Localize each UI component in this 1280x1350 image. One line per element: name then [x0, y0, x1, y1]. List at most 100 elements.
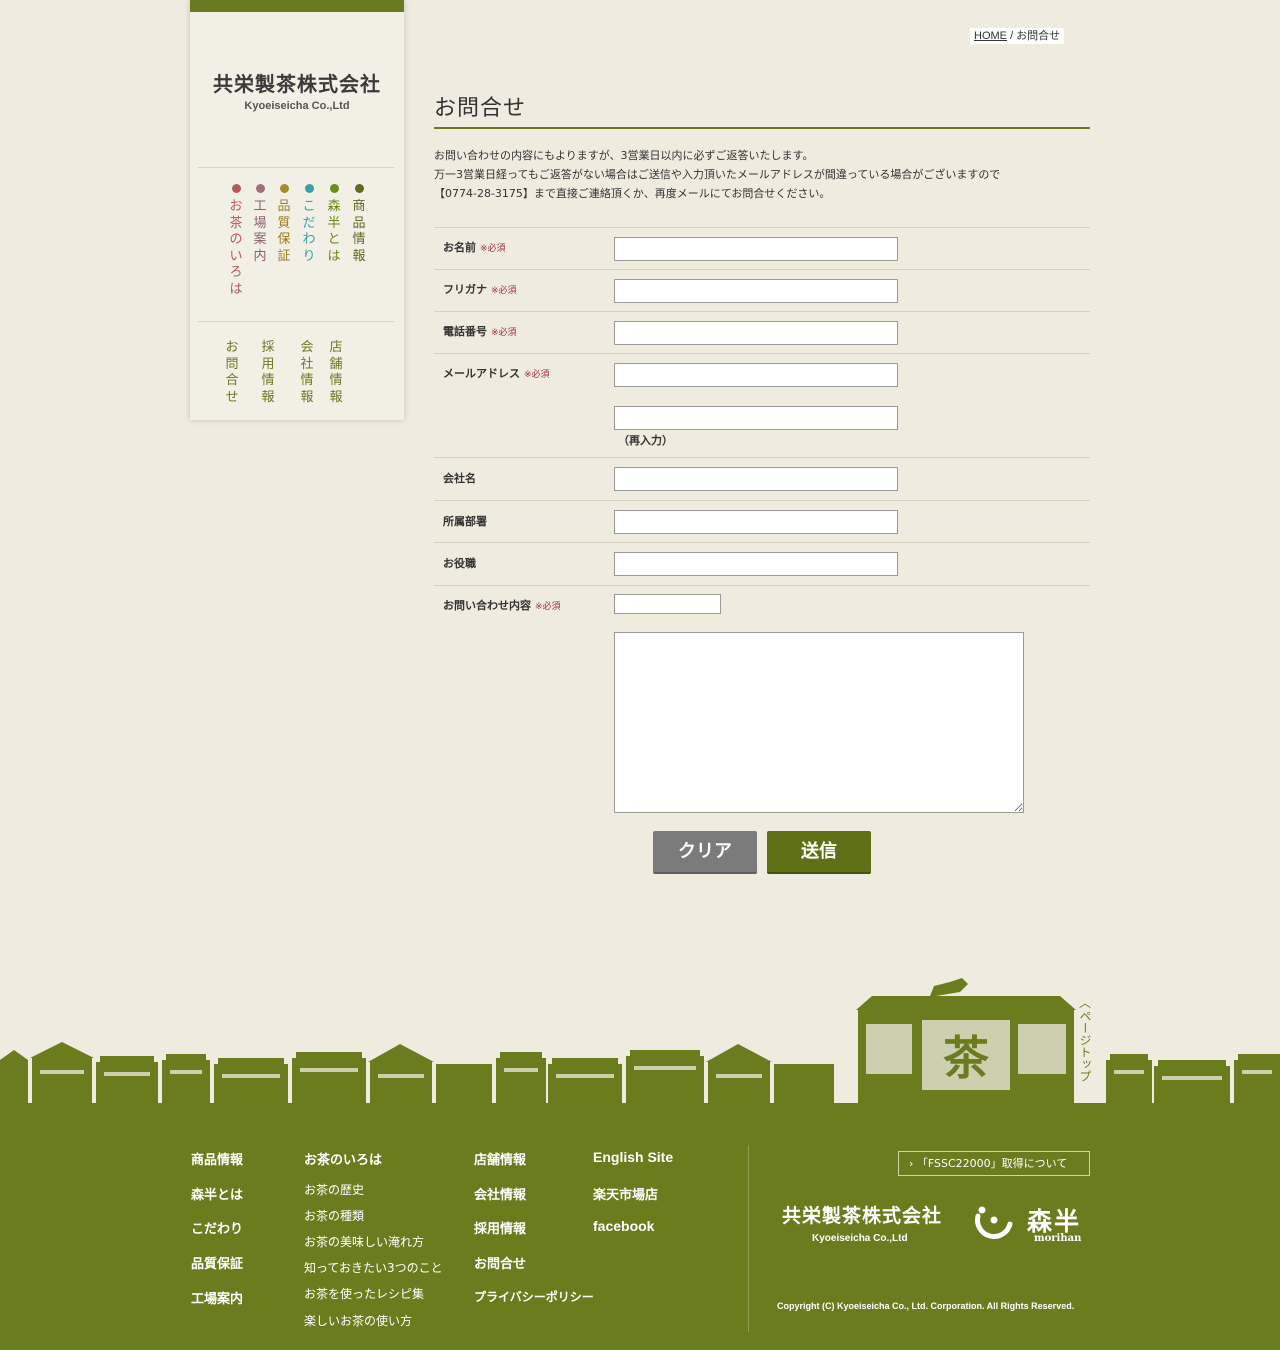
form-row-divider: [434, 500, 1090, 501]
label-text: 電話番号: [443, 325, 487, 338]
footer-link-history[interactable]: お茶の歴史: [304, 1181, 364, 1198]
required-mark: ※必須: [491, 328, 517, 338]
label-text: お問い合わせ内容: [443, 599, 531, 612]
nav-dot-icon: [354, 184, 364, 193]
breadcrumb: HOME / お問合せ: [970, 28, 1065, 44]
company-label: 会社名: [443, 472, 476, 485]
fssc-link[interactable]: › 「FSSC22000」取得について: [898, 1151, 1090, 1176]
chevron-up-icon: ︿: [1078, 996, 1091, 1010]
footer-link-company[interactable]: 会社情報: [474, 1184, 526, 1203]
department-label: 所属部署: [443, 515, 487, 528]
footer-link-iroha[interactable]: お茶のいろは: [304, 1149, 382, 1168]
footer-logo: 共栄製茶株式会社: [782, 1205, 943, 1227]
footer-link-rakuten[interactable]: 楽天市場店: [593, 1184, 658, 1203]
form-row-divider: [434, 585, 1090, 586]
footer-link-factory[interactable]: 工場案内: [191, 1288, 243, 1307]
nav-item-company[interactable]: 会社情報: [297, 340, 317, 406]
nav-item-contact[interactable]: お問合せ: [222, 340, 242, 406]
footer-link-english[interactable]: English Site: [593, 1149, 673, 1165]
intro-line: 万一3営業日経ってもご返答がない場合はご送信や入力頂いたメールアドレスが間違って…: [434, 168, 1001, 181]
copyright: Copyright (C) Kyoeiseicha Co., Ltd. Corp…: [777, 1301, 1075, 1311]
title-underline: [434, 127, 1090, 129]
inquiry-type-input[interactable]: [614, 594, 721, 614]
name-input[interactable]: [614, 237, 898, 261]
nav-item-recruit[interactable]: 採用情報: [258, 340, 278, 406]
nav-dot-icon: [231, 184, 241, 193]
nav-dot-icon: [255, 184, 265, 193]
sidebar: 共栄製茶株式会社 Kyoeiseicha Co.,Ltd お茶のいろは 工場案内…: [190, 0, 404, 420]
inquiry-label: お問い合わせ内容 ※必須: [443, 597, 561, 613]
nav-item-factory[interactable]: 工場案内: [250, 184, 270, 265]
nav-item-kodawari[interactable]: こだわり: [299, 184, 319, 265]
form-row-divider: [434, 269, 1090, 270]
form-row-divider: [434, 457, 1090, 458]
nav-label: 商品情報: [352, 199, 366, 264]
nav-item-about-morihan[interactable]: 森半とは: [324, 184, 344, 265]
kana-label: フリガナ ※必須: [443, 281, 517, 297]
breadcrumb-current: お問合せ: [1016, 30, 1061, 42]
reinput-note: （再入力）: [618, 434, 673, 447]
footer-link-about[interactable]: 森半とは: [191, 1184, 243, 1203]
nav-item-stores[interactable]: 店舗情報: [326, 340, 346, 406]
label-text: メールアドレス: [443, 367, 520, 380]
nav-item-ocha-no-iroha[interactable]: お茶のいろは: [226, 184, 246, 298]
department-input[interactable]: [614, 510, 898, 534]
footer-link-recipes[interactable]: お茶を使ったレシピ集: [304, 1285, 424, 1302]
footer-link-brewing[interactable]: お茶の美味しい淹れ方: [304, 1233, 424, 1250]
footer-link-kodawari[interactable]: こだわり: [191, 1218, 243, 1237]
phone-input[interactable]: [614, 321, 898, 345]
required-mark: ※必須: [524, 370, 550, 380]
footer-link-uses[interactable]: 楽しいお茶の使い方: [304, 1312, 412, 1329]
footer-link-facebook[interactable]: facebook: [593, 1218, 654, 1234]
required-mark: ※必須: [480, 244, 506, 254]
footer-link-types[interactable]: お茶の種類: [304, 1207, 364, 1224]
nav-item-quality[interactable]: 品質保証: [274, 184, 294, 265]
kana-input[interactable]: [614, 279, 898, 303]
name-label: お名前 ※必須: [443, 239, 506, 255]
nav-label: 品質保証: [277, 199, 291, 264]
company-input[interactable]: [614, 467, 898, 491]
phone-label: 電話番号 ※必須: [443, 323, 517, 339]
nav-item-products[interactable]: 商品情報: [349, 184, 369, 265]
nav-label: 工場案内: [253, 199, 267, 264]
label-text: お名前: [443, 241, 476, 254]
sidebar-divider: [198, 321, 394, 322]
site-logo[interactable]: 共栄製茶株式会社: [190, 68, 404, 97]
nav-label: こだわり: [302, 199, 316, 264]
page-top-label: ページトップ: [1078, 1010, 1092, 1082]
nav-dot-icon: [279, 184, 289, 193]
morihan-logo-en: morihan: [1034, 1233, 1082, 1244]
nav-dot-icon: [304, 184, 314, 193]
email-confirm-input[interactable]: [614, 406, 898, 430]
required-mark: ※必須: [491, 286, 517, 296]
footer-link-recruit[interactable]: 採用情報: [474, 1218, 526, 1237]
form-row-divider: [434, 542, 1090, 543]
breadcrumb-home-link[interactable]: HOME: [974, 30, 1007, 42]
nav-label: お茶のいろは: [229, 199, 243, 297]
nav-dot-icon: [329, 184, 339, 193]
form-row-divider: [434, 353, 1090, 354]
footer-link-products[interactable]: 商品情報: [191, 1149, 243, 1168]
send-button[interactable]: 送信: [767, 831, 871, 872]
email-input[interactable]: [614, 363, 898, 387]
email-label: メールアドレス ※必須: [443, 365, 550, 381]
clear-button[interactable]: クリア: [653, 831, 757, 872]
inquiry-textarea[interactable]: [614, 632, 1024, 813]
intro-line: お問い合わせの内容にもよりますが、3営業日以内に必ずご返答いたします。: [434, 149, 814, 162]
required-mark: ※必須: [535, 602, 561, 612]
footer-link-quality[interactable]: 品質保証: [191, 1253, 243, 1272]
site-logo-en: Kyoeiseicha Co.,Ltd: [244, 100, 350, 112]
intro-line: 【0774-28-3175】まで直接ご連絡頂くか、再度メールにてお問合せください…: [434, 187, 831, 200]
chevron-right-icon: ›: [909, 1157, 914, 1170]
label-text: フリガナ: [443, 283, 487, 296]
position-input[interactable]: [614, 552, 898, 576]
footer-link-contact[interactable]: お問合せ: [474, 1253, 526, 1272]
intro-text: お問い合わせの内容にもよりますが、3営業日以内に必ずご返答いたします。 万一3営…: [434, 146, 1090, 203]
page-top-link[interactable]: ︿ ページトップ: [1076, 996, 1094, 1082]
footer-link-privacy[interactable]: プライバシーポリシー: [474, 1288, 594, 1305]
footer-link-stores[interactable]: 店舗情報: [474, 1149, 526, 1168]
breadcrumb-separator: /: [1010, 30, 1014, 42]
footer-link-three-things[interactable]: 知っておきたい3つのこと: [304, 1259, 443, 1276]
fssc-link-label: 「FSSC22000」取得について: [916, 1157, 1068, 1170]
sidebar-divider: [198, 167, 394, 168]
